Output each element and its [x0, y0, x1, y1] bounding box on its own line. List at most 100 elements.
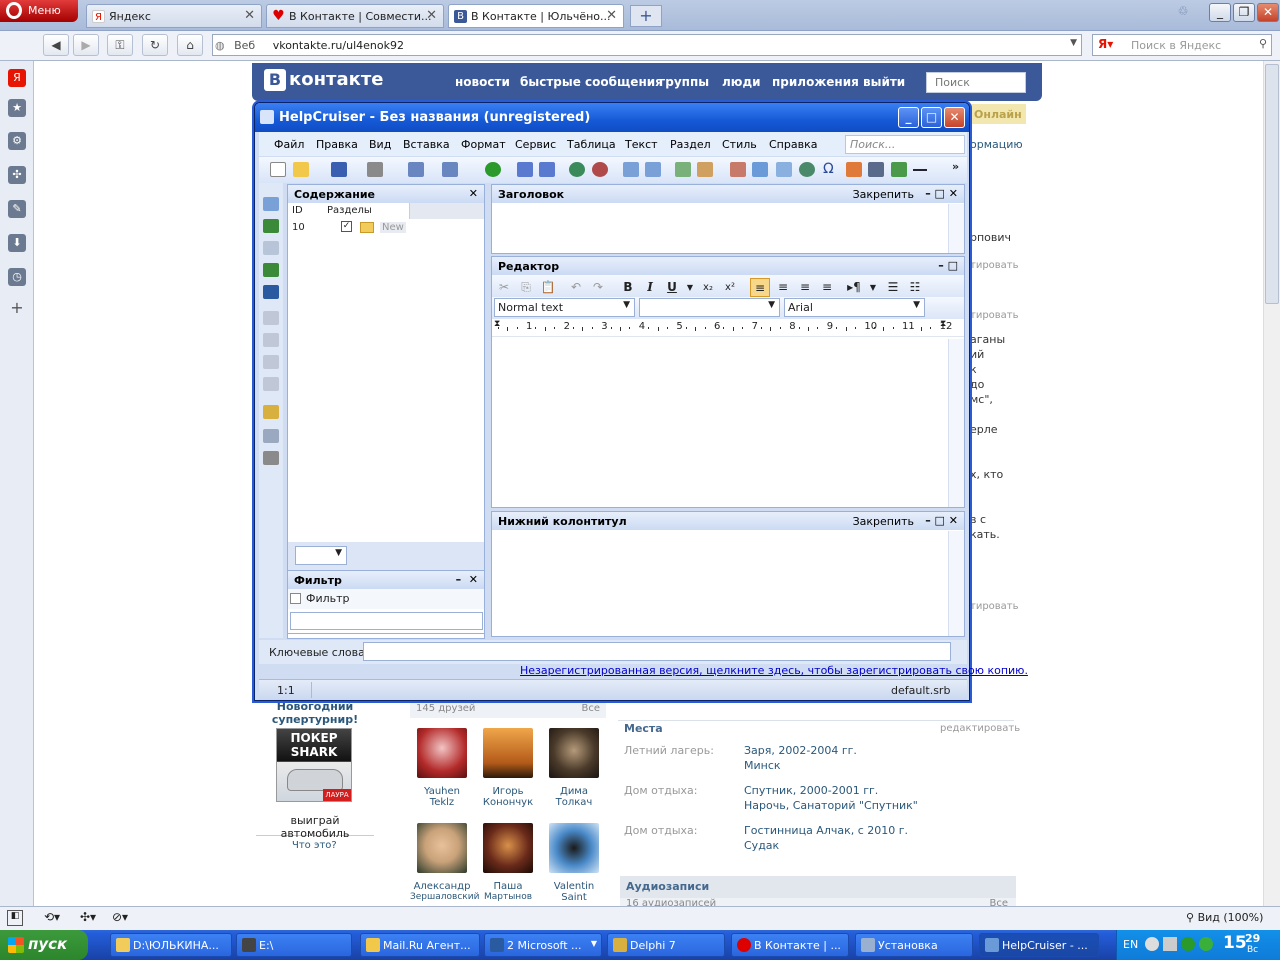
clock-minutes[interactable]: 29	[1245, 932, 1260, 945]
keywords-input[interactable]	[363, 642, 951, 661]
picture-icon[interactable]	[891, 162, 907, 177]
friend-first-name[interactable]: Игорь	[476, 786, 540, 797]
network-icon[interactable]	[1163, 937, 1177, 951]
menu-edit[interactable]: Правка	[316, 138, 358, 151]
subscript-button[interactable]: x₂	[698, 278, 718, 297]
help-search-input[interactable]: Поиск...	[845, 135, 965, 154]
edit-tree-icon[interactable]	[263, 263, 279, 277]
horizontal-line-icon[interactable]	[913, 169, 927, 171]
move-left-icon[interactable]	[263, 355, 279, 369]
editor-content[interactable]	[492, 339, 948, 507]
bookmarks-icon[interactable]: ★	[8, 99, 26, 117]
redo-icon[interactable]: ↷	[588, 278, 608, 297]
editor-scrollbar[interactable]	[948, 339, 964, 507]
task-word[interactable]: 2 Microsoft ... ▼	[484, 933, 602, 957]
search-input[interactable]: Я▾ Поиск в Яндекс ⚲	[1092, 34, 1272, 56]
friend-photo[interactable]	[483, 823, 533, 873]
export-icon[interactable]	[408, 162, 424, 177]
friend-last-name[interactable]: Мартынов	[476, 892, 540, 902]
move-right-icon[interactable]	[263, 377, 279, 391]
start-button[interactable]: пуск	[0, 930, 88, 960]
web-remove-icon[interactable]	[592, 162, 608, 177]
footer-scrollbar[interactable]	[948, 531, 964, 636]
add-topic-icon[interactable]	[263, 219, 279, 233]
audio-header[interactable]: Аудиозаписи	[620, 876, 1016, 898]
move-down-icon[interactable]	[263, 333, 279, 347]
friend-card[interactable]: Yauhen Teklz	[410, 728, 474, 808]
vk-search-input[interactable]: Поиск	[926, 72, 1026, 93]
align-center-button[interactable]: ≡	[773, 278, 793, 297]
key-icon[interactable]: ⚿	[107, 34, 133, 56]
menu-view[interactable]: Вид	[369, 138, 391, 151]
friend-photo[interactable]	[417, 823, 467, 873]
numbered-list-button[interactable]: ☷	[905, 278, 925, 297]
friend-first-name[interactable]: Yauhen	[410, 786, 474, 797]
scrollbar-thumb[interactable]	[1265, 64, 1279, 304]
row-checkbox[interactable]: ✓	[341, 221, 352, 232]
home-button[interactable]: ⌂	[177, 34, 203, 56]
friend-last-name[interactable]: Saint	[542, 892, 606, 903]
vk-fragment[interactable]: тировать	[970, 601, 1019, 612]
close-button[interactable]: ✕	[944, 107, 965, 128]
chevron-down-icon[interactable]: ▼	[680, 278, 700, 297]
font-family-select[interactable]: Arial ▼	[784, 298, 925, 317]
task-opera[interactable]: В Контакте | ...	[731, 933, 849, 957]
task-setup[interactable]: Установка	[855, 933, 973, 957]
sync-icon[interactable]: ⟲▾	[44, 910, 60, 924]
tray-arrow-icon[interactable]	[1145, 937, 1159, 951]
vk-ad-block[interactable]: Новогодний супертурнир! ПОКЕР SHARK ЛАУР…	[256, 700, 374, 840]
friend-card[interactable]: Valentin Saint	[542, 823, 606, 903]
place-value[interactable]: Заря, 2002-2004 гг.	[744, 744, 857, 757]
trash-icon[interactable]: ♲	[1173, 3, 1193, 22]
bold-button[interactable]: B	[618, 278, 638, 297]
print-topic-icon[interactable]	[263, 451, 279, 465]
friend-photo[interactable]	[549, 728, 599, 778]
pane-controls-icon[interactable]: – □ ✕	[925, 187, 958, 200]
pin-button[interactable]: Закрепить	[853, 188, 914, 201]
friend-last-name[interactable]: Толкач	[542, 797, 606, 808]
friend-first-name[interactable]: Паша	[476, 881, 540, 892]
vk-nav-groups[interactable]: группы	[659, 75, 709, 89]
page-scrollbar[interactable]	[1263, 61, 1280, 906]
insert-field-icon[interactable]	[645, 162, 661, 177]
copy-icon[interactable]: ⎘	[516, 278, 536, 297]
audio-all-link[interactable]: Все	[989, 898, 1008, 906]
minimize-button[interactable]: _	[1209, 3, 1231, 22]
menu-text[interactable]: Текст	[625, 138, 658, 151]
vk-logo[interactable]: Вконтакте	[264, 69, 383, 95]
downloads-icon[interactable]: ⬇	[8, 234, 26, 252]
friend-card[interactable]: Александр Зершаловский	[410, 823, 479, 902]
insert-row-icon[interactable]	[623, 162, 639, 177]
print-icon[interactable]	[367, 162, 383, 177]
forward-button[interactable]: ▶	[73, 34, 99, 56]
vk-fragment[interactable]: тировать	[970, 310, 1019, 321]
special-char-icon[interactable]: Ω	[823, 161, 834, 177]
menu-section[interactable]: Раздел	[670, 138, 711, 151]
vk-nav-people[interactable]: люди	[722, 75, 761, 89]
friend-first-name[interactable]: Дима	[542, 786, 606, 797]
place-value[interactable]: Гостинница Алчак, с 2010 г.	[744, 824, 908, 837]
restore-button[interactable]: ❐	[1233, 3, 1255, 22]
header-scrollbar[interactable]	[948, 204, 964, 253]
friend-photo[interactable]	[417, 728, 467, 778]
table-icon[interactable]	[776, 162, 792, 177]
helpcruiser-window[interactable]: HelpCruiser - Без названия (unregistered…	[254, 102, 1028, 701]
vk-nav-news[interactable]: новости	[455, 75, 510, 89]
pen-icon[interactable]	[846, 162, 862, 177]
task-explorer-e[interactable]: E:\	[236, 933, 352, 957]
back-button[interactable]: ◀	[43, 34, 69, 56]
zoom-control[interactable]: ⚲ Вид (100%)	[1186, 911, 1263, 924]
yandex-panel-icon[interactable]: Я	[8, 69, 26, 87]
menu-table[interactable]: Таблица	[567, 138, 616, 151]
media-icon[interactable]	[868, 162, 884, 177]
font-size-select[interactable]: ▼	[639, 298, 780, 317]
justify-button[interactable]: ≡	[817, 278, 837, 297]
run-icon[interactable]	[485, 162, 501, 177]
topic-icon[interactable]	[517, 162, 533, 177]
menu-format[interactable]: Формат	[461, 138, 506, 151]
history-icon[interactable]: ◷	[8, 268, 26, 286]
pane-controls-icon[interactable]: – □ ✕	[925, 514, 958, 527]
paragraph-direction-icon[interactable]: ▸¶	[844, 278, 864, 297]
filter-input[interactable]	[290, 612, 483, 630]
paste-icon[interactable]: 📋	[538, 278, 558, 297]
